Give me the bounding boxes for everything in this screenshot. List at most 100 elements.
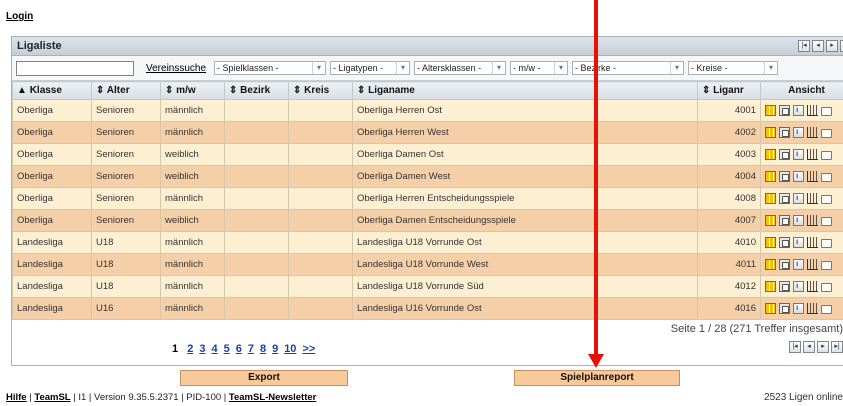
clipboard-icon[interactable] [779,259,790,270]
table-row[interactable]: Oberliga Senioren männlich Oberliga Herren … [12,99,843,122]
chart-icon[interactable] [807,237,818,248]
spielplanreport-button[interactable]: Spielplanreport [514,370,680,386]
print-icon[interactable] [821,305,832,314]
column-header-klasse[interactable]: ▲ Klasse [12,81,92,100]
newsletter-link[interactable]: TeamSL-Newsletter [229,392,316,403]
table-icon[interactable] [765,281,776,292]
page-link[interactable]: 10 [284,343,296,355]
document-icon[interactable] [793,259,804,270]
chart-icon[interactable] [807,303,818,314]
column-header-bezirk[interactable]: ⇕ Bezirk [224,81,289,100]
print-icon[interactable] [821,239,832,248]
document-icon[interactable] [793,171,804,182]
chart-icon[interactable] [807,149,818,160]
hilfe-link[interactable]: Hilfe [6,392,27,403]
export-button[interactable]: Export [180,370,348,386]
column-header-kreis[interactable]: ⇕ Kreis [288,81,353,100]
next-page-icon[interactable]: ▸ [817,341,829,353]
chart-icon[interactable] [807,193,818,204]
clipboard-icon[interactable] [779,105,790,116]
print-icon[interactable] [821,217,832,226]
table-row[interactable]: Oberliga Senioren männlich Oberliga Herren … [12,121,843,144]
page-link[interactable]: >> [302,343,315,355]
table-row[interactable]: Oberliga Senioren weiblich Oberliga Damen O… [12,143,843,166]
table-icon[interactable] [765,171,776,182]
page-link[interactable]: 5 [224,343,230,355]
search-input[interactable] [16,60,134,76]
chart-icon[interactable] [807,281,818,292]
clipboard-icon[interactable] [779,171,790,182]
table-icon[interactable] [765,193,776,204]
clipboard-icon[interactable] [779,127,790,138]
table-icon[interactable] [765,303,776,314]
print-icon[interactable] [821,261,832,270]
bezirke-select[interactable]: - Bezirke - ▾ [572,61,685,75]
login-link[interactable]: Login [6,11,33,22]
table-icon[interactable] [765,215,776,226]
prev-page-icon[interactable]: ◂ [812,40,824,52]
column-header-liganame[interactable]: ⇕ Liganame [352,81,698,100]
table-icon[interactable] [765,237,776,248]
clipboard-icon[interactable] [779,237,790,248]
table-row[interactable]: Oberliga Senioren weiblich Oberliga Damen W… [12,165,843,188]
chart-icon[interactable] [807,215,818,226]
column-header-alter[interactable]: ⇕ Alter [91,81,161,100]
last-page-icon[interactable]: ▸| [831,341,843,353]
first-page-icon[interactable]: |◂ [798,40,810,52]
altersklassen-select[interactable]: - Altersklassen - ▾ [414,61,507,75]
page-link[interactable]: 3 [199,343,205,355]
page-link[interactable]: 8 [260,343,266,355]
document-icon[interactable] [793,105,804,116]
print-icon[interactable] [821,129,832,138]
page-link[interactable]: 4 [211,343,217,355]
table-row[interactable]: Landesliga U18 männlich Landesliga U18 Vorr… [12,231,843,254]
document-icon[interactable] [793,303,804,314]
page-link[interactable]: 7 [248,343,254,355]
table-icon[interactable] [765,105,776,116]
clipboard-icon[interactable] [779,215,790,226]
cell-mw: weiblich [160,209,225,232]
table-row[interactable]: Oberliga Senioren männlich Oberliga Herren … [12,187,843,210]
clipboard-icon[interactable] [779,149,790,160]
mw-select[interactable]: - m/w - ▾ [510,61,569,75]
clipboard-icon[interactable] [779,193,790,204]
table-icon[interactable] [765,259,776,270]
prev-page-icon[interactable]: ◂ [803,341,815,353]
table-row[interactable]: Landesliga U16 männlich Landesliga U16 Vorr… [12,297,843,320]
chart-icon[interactable] [807,171,818,182]
spielklassen-select[interactable]: - Spielklassen - ▾ [214,61,327,75]
ligatypen-select[interactable]: - Ligatypen - ▾ [330,61,411,75]
print-icon[interactable] [821,151,832,160]
column-header-liganr[interactable]: ⇕ Liganr [697,81,761,100]
teamsl-link[interactable]: TeamSL [34,392,70,403]
clipboard-icon[interactable] [779,281,790,292]
table-row[interactable]: Landesliga U18 männlich Landesliga U18 Vorr… [12,253,843,276]
document-icon[interactable] [793,127,804,138]
document-icon[interactable] [793,193,804,204]
document-icon[interactable] [793,149,804,160]
kreise-select[interactable]: - Kreise - ▾ [688,61,779,75]
column-header-mw[interactable]: ⇕ m/w [160,81,225,100]
print-icon[interactable] [821,107,832,116]
print-icon[interactable] [821,173,832,182]
table-row[interactable]: Oberliga Senioren weiblich Oberliga Damen E… [12,209,843,232]
cell-liganame: Oberliga Damen Entscheidungsspiele [352,209,698,232]
next-page-icon[interactable]: ▸ [826,40,838,52]
clipboard-icon[interactable] [779,303,790,314]
print-icon[interactable] [821,195,832,204]
chart-icon[interactable] [807,259,818,270]
page-link[interactable]: 2 [187,343,193,355]
table-icon[interactable] [765,149,776,160]
first-page-icon[interactable]: |◂ [789,341,801,353]
document-icon[interactable] [793,237,804,248]
table-row[interactable]: Landesliga U18 männlich Landesliga U18 Vorr… [12,275,843,298]
document-icon[interactable] [793,215,804,226]
document-icon[interactable] [793,281,804,292]
page-link[interactable]: 9 [272,343,278,355]
table-icon[interactable] [765,127,776,138]
chart-icon[interactable] [807,127,818,138]
chart-icon[interactable] [807,105,818,116]
page-link[interactable]: 6 [236,343,242,355]
print-icon[interactable] [821,283,832,292]
vereinssuche-link[interactable]: Vereinssuche [146,63,206,74]
